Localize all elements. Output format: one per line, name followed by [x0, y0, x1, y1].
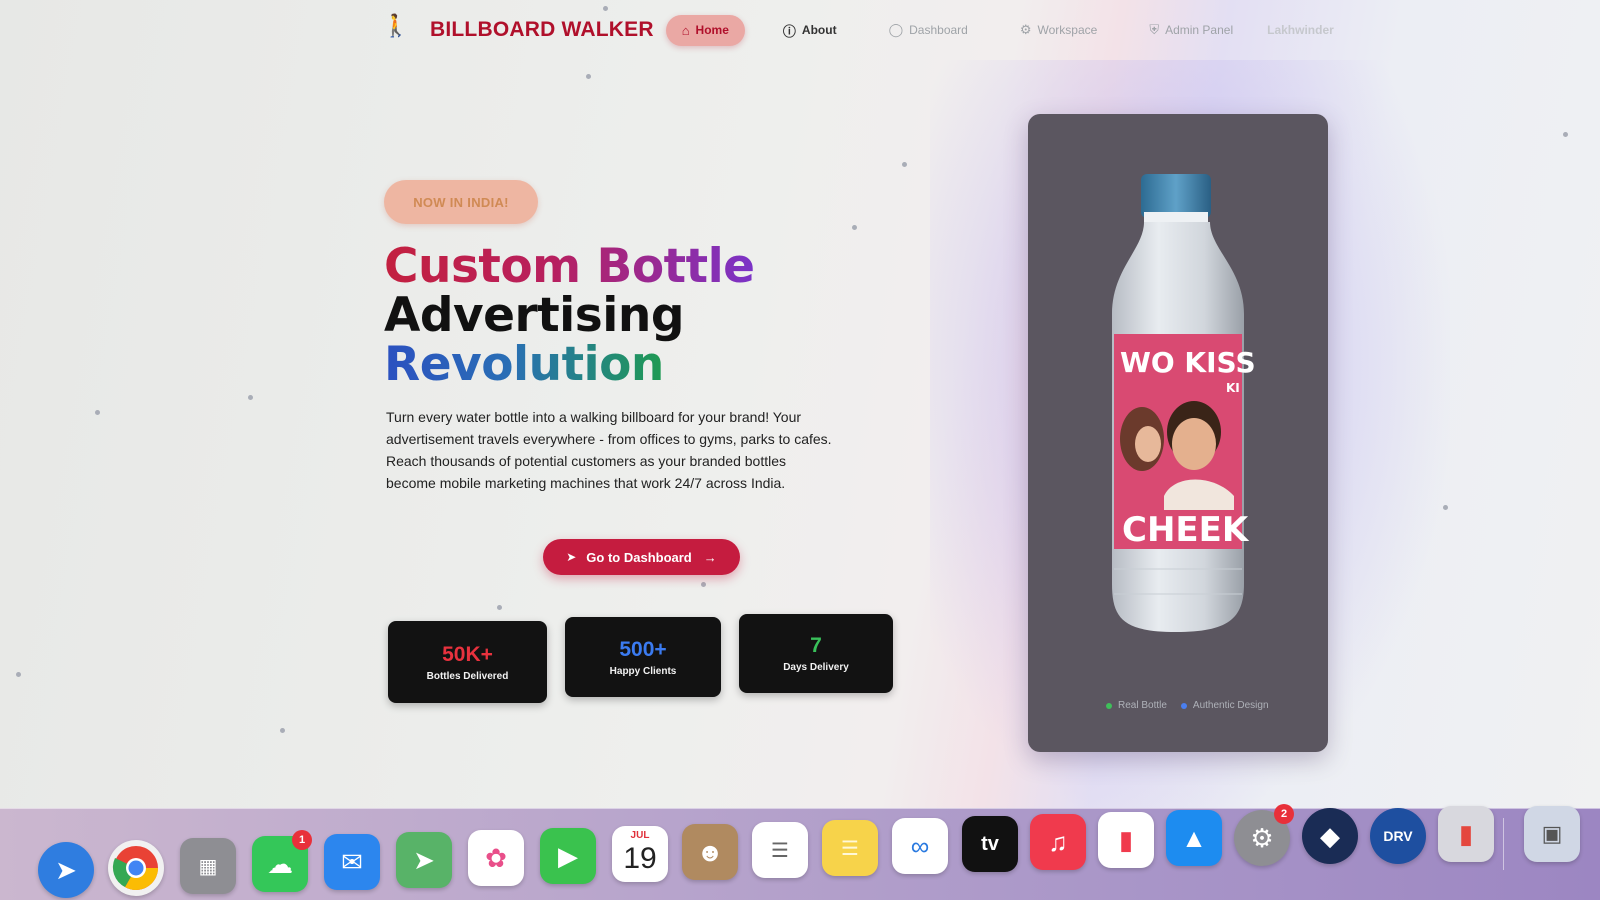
- facetime-icon[interactable]: ▶: [540, 828, 596, 884]
- calendar-day: 19: [623, 842, 657, 875]
- product-card: WO KISS KI CHEEK Real Bottle Authentic D…: [1028, 114, 1328, 752]
- launchpad-icon[interactable]: ▦: [180, 838, 236, 894]
- reminders-icon[interactable]: ☰: [752, 822, 808, 878]
- decor-dot: [1443, 505, 1448, 510]
- app-store-icon[interactable]: ▲: [1166, 810, 1222, 866]
- notes-icon[interactable]: ☰: [822, 820, 878, 876]
- drv-icon[interactable]: DRV: [1370, 808, 1426, 864]
- logo-icon[interactable]: 🚶: [380, 14, 422, 46]
- nav-workspace-label: Workspace: [1037, 23, 1098, 37]
- decor-dot: [280, 728, 285, 733]
- chrome-icon[interactable]: [108, 840, 164, 896]
- instruments-icon[interactable]: ◆: [1302, 808, 1358, 864]
- now-in-india-badge: NOW IN INDIA!: [384, 180, 538, 224]
- nav-workspace[interactable]: ⚙ Workspace: [1020, 22, 1097, 38]
- dock-separator: [1503, 818, 1504, 870]
- decor-dot: [586, 74, 591, 79]
- product-meta: Real Bottle Authentic Design: [1106, 700, 1283, 711]
- messages-badge: 1: [292, 830, 312, 850]
- stat-days-delivery: 7 Days Delivery: [739, 614, 893, 693]
- stat-value: 500+: [619, 637, 667, 661]
- music-icon[interactable]: ♫: [1030, 814, 1086, 870]
- calendar-month: JUL: [630, 830, 650, 841]
- decor-dot: [16, 672, 21, 677]
- label-top-text: WO KISS: [1120, 346, 1254, 379]
- stat-label: Bottles Delivered: [426, 670, 509, 682]
- label-top-small-text: KI: [1226, 381, 1240, 395]
- decor-dot: [497, 605, 502, 610]
- decor-dot: [852, 225, 857, 230]
- decor-dot: [902, 162, 907, 167]
- nav-admin-panel-label: Admin Panel: [1165, 23, 1234, 37]
- meta-real-bottle: Real Bottle: [1106, 700, 1167, 711]
- stat-value: 50K+: [442, 642, 493, 666]
- decor-dot: [248, 395, 253, 400]
- settings-badge: 2: [1274, 804, 1294, 824]
- iphone-mirroring-icon[interactable]: ▮: [1438, 806, 1494, 862]
- hero-title-line1: Custom Bottle: [384, 239, 755, 294]
- maps-icon[interactable]: ➤: [396, 832, 452, 888]
- tv-label: tv: [981, 832, 999, 855]
- nav-dashboard[interactable]: ◯ Dashboard: [889, 22, 968, 38]
- top-nav: 🚶 BILLBOARD WALKER ⌂ Home ⓘ About ◯ Dash…: [380, 10, 1334, 50]
- hero-title-line2: Advertising: [384, 288, 684, 343]
- decor-dot: [95, 410, 100, 415]
- finder-window-icon[interactable]: ▣: [1524, 806, 1580, 862]
- arrow-right-icon: →: [703, 549, 717, 565]
- nav-home-label: Home: [695, 23, 729, 37]
- stat-label: Happy Clients: [609, 665, 677, 677]
- green-dot-icon: [1106, 702, 1112, 709]
- blue-dot-icon: [1180, 702, 1187, 709]
- workspace-icon: ⚙: [1019, 22, 1032, 37]
- rocket-icon: ➤: [566, 550, 577, 564]
- calendar-icon[interactable]: JUL 19: [612, 826, 668, 882]
- hero-description: Turn every water bottle into a walking b…: [386, 409, 832, 491]
- info-icon: ⓘ: [782, 23, 796, 39]
- system-settings-icon[interactable]: ⚙ 2: [1234, 804, 1294, 866]
- stat-bottles-delivered: 50K+ Bottles Delivered: [388, 621, 547, 703]
- nav-about-label: About: [801, 23, 837, 37]
- cta-label: Go to Dashboard: [586, 549, 692, 565]
- stat-label: Days Delivery: [783, 662, 849, 673]
- meta-authentic-design: Authentic Design: [1180, 700, 1269, 711]
- messages-icon[interactable]: ☁ 1: [252, 830, 312, 892]
- news-icon[interactable]: ▮: [1098, 812, 1154, 868]
- safari-icon[interactable]: ➤: [38, 842, 94, 898]
- hero-title-line3: Revolution: [384, 337, 664, 392]
- nav-admin-panel[interactable]: ⛨ Admin Panel: [1149, 22, 1233, 38]
- mail-icon[interactable]: ✉: [324, 834, 380, 890]
- freeform-icon[interactable]: ∞: [892, 818, 948, 874]
- drv-label: DRV: [1383, 828, 1413, 844]
- tv-icon[interactable]: tv: [962, 816, 1018, 872]
- photos-icon[interactable]: ✿: [468, 830, 524, 886]
- meta-label: Authentic Design: [1192, 700, 1269, 711]
- user-name[interactable]: Lakhwinder: [1267, 23, 1334, 37]
- go-to-dashboard-button[interactable]: ➤ Go to Dashboard →: [543, 539, 740, 575]
- contacts-icon[interactable]: ☻: [682, 824, 738, 880]
- dashboard-icon: ◯: [888, 22, 904, 37]
- nav-home[interactable]: ⌂ Home: [665, 14, 745, 46]
- brand-name[interactable]: BILLBOARD WALKER: [430, 18, 654, 42]
- stat-happy-clients: 500+ Happy Clients: [565, 617, 721, 697]
- label-bottom-text: CHEEK: [1122, 510, 1250, 550]
- stat-value: 7: [810, 634, 822, 657]
- bottle-image: WO KISS KI CHEEK: [1112, 174, 1254, 632]
- decor-dot: [1563, 132, 1568, 137]
- decor-dot: [701, 582, 706, 587]
- nav-about[interactable]: ⓘ About: [783, 21, 837, 40]
- home-icon: ⌂: [681, 22, 690, 38]
- shield-icon: ⛨: [1149, 22, 1160, 37]
- nav-dashboard-label: Dashboard: [909, 23, 968, 37]
- meta-label: Real Bottle: [1118, 700, 1167, 711]
